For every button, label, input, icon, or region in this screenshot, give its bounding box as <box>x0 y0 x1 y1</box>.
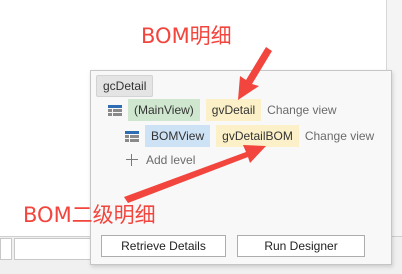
annotation-bom-detail: BOM明细 <box>141 24 232 48</box>
add-level-label: Add level <box>146 153 196 167</box>
grid-view-icon <box>108 104 122 116</box>
grid-level-designer-panel: gcDetail (MainView) gvDetail Change view <box>90 70 392 265</box>
plus-icon <box>126 154 138 166</box>
change-view-link[interactable]: Change view <box>305 129 374 143</box>
level-view-label[interactable]: (MainView) <box>128 99 200 121</box>
bottom-field-2[interactable] <box>14 238 92 260</box>
level-view-label[interactable]: BOMView <box>145 125 211 147</box>
level-grid-name[interactable]: gvDetailBOM <box>216 125 299 147</box>
add-level-link[interactable]: Add level <box>126 151 195 169</box>
retrieve-details-button[interactable]: Retrieve Details <box>101 235 226 257</box>
level-grid-name[interactable]: gvDetail <box>205 99 262 121</box>
bottom-field-1[interactable] <box>0 238 12 260</box>
change-view-link[interactable]: Change view <box>267 103 336 117</box>
run-designer-button[interactable]: Run Designer <box>237 235 365 257</box>
level-row-bom: BOMView gvDetailBOM Change view <box>125 125 374 147</box>
grid-view-icon <box>125 130 139 142</box>
level-row-main: (MainView) gvDetail Change view <box>108 99 337 121</box>
panel-title: gcDetail <box>96 75 154 97</box>
annotation-bom-second-level-detail: BOM二级明细 <box>23 203 156 227</box>
